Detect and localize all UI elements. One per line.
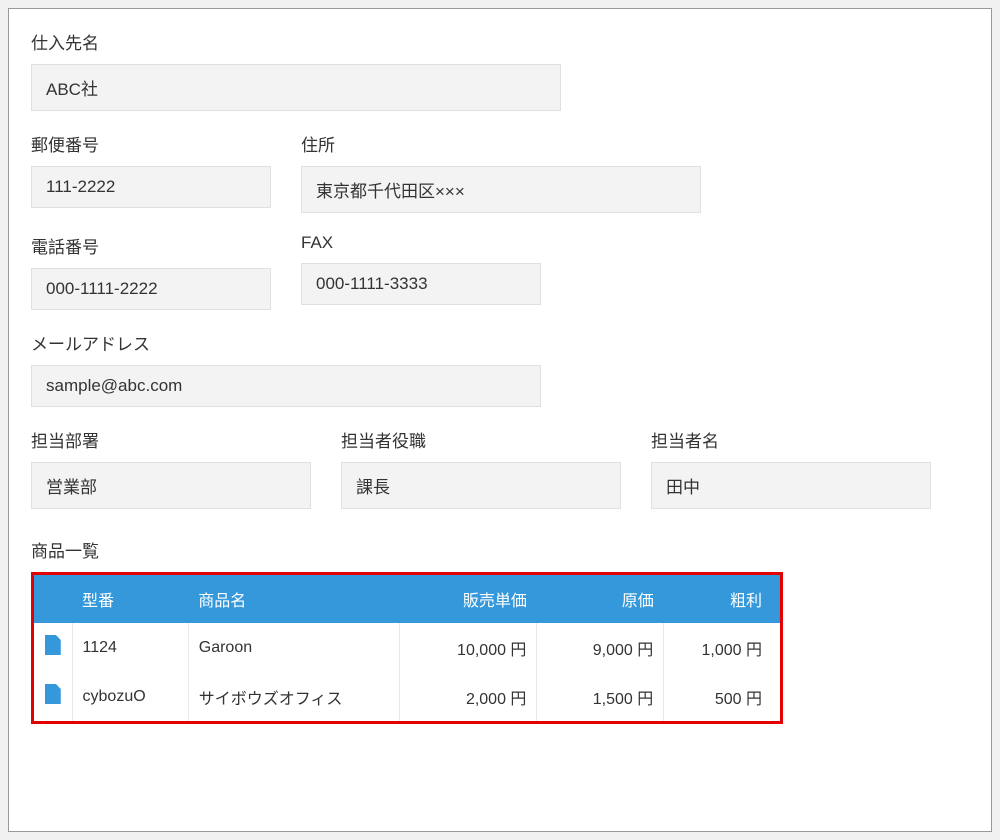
- cell-profit: 500 円: [664, 672, 780, 721]
- phone-label: 電話番号: [31, 233, 271, 258]
- phone-field: 電話番号 000-1111-2222: [31, 233, 271, 310]
- supplier-field: 仕入先名 ABC社: [31, 29, 561, 111]
- fax-field: FAX 000-1111-3333: [301, 233, 541, 310]
- supplier-label: 仕入先名: [31, 29, 561, 54]
- cell-model: cybozuO: [72, 672, 188, 721]
- document-icon: [45, 684, 61, 704]
- phone-value: 000-1111-2222: [31, 268, 271, 310]
- email-label: メールアドレス: [31, 330, 541, 355]
- postal-label: 郵便番号: [31, 131, 271, 156]
- email-value: sample@abc.com: [31, 365, 541, 407]
- address-value: 東京都千代田区×××: [301, 166, 701, 213]
- address-label: 住所: [301, 131, 701, 156]
- postal-field: 郵便番号 111-2222: [31, 131, 271, 213]
- th-price: 販売単価: [400, 575, 537, 623]
- cell-name: Garoon: [188, 623, 399, 672]
- th-cost: 原価: [537, 575, 664, 623]
- cell-price: 2,000 円: [400, 672, 537, 721]
- dept-label: 担当部署: [31, 427, 311, 452]
- cell-price: 10,000 円: [400, 623, 537, 672]
- th-model: 型番: [72, 575, 188, 623]
- products-section: 商品一覧 型番 商品名 販売単価 原価 粗利 1124: [31, 537, 969, 724]
- email-field: メールアドレス sample@abc.com: [31, 330, 541, 407]
- cell-cost: 9,000 円: [537, 623, 664, 672]
- title-label: 担当者役職: [341, 427, 621, 452]
- cell-profit: 1,000 円: [664, 623, 780, 672]
- title-field: 担当者役職 課長: [341, 427, 621, 509]
- products-table: 型番 商品名 販売単価 原価 粗利 1124 Garoon 10,000 円 9…: [34, 575, 780, 721]
- postal-value: 111-2222: [31, 166, 271, 208]
- table-row[interactable]: cybozuO サイボウズオフィス 2,000 円 1,500 円 500 円: [34, 672, 780, 721]
- cell-name: サイボウズオフィス: [188, 672, 399, 721]
- th-profit: 粗利: [664, 575, 780, 623]
- document-icon: [45, 635, 61, 655]
- cell-model: 1124: [72, 623, 188, 672]
- products-table-wrap: 型番 商品名 販売単価 原価 粗利 1124 Garoon 10,000 円 9…: [31, 572, 783, 724]
- name-value: 田中: [651, 462, 931, 509]
- products-label: 商品一覧: [31, 537, 969, 562]
- fax-value: 000-1111-3333: [301, 263, 541, 305]
- cell-cost: 1,500 円: [537, 672, 664, 721]
- title-value: 課長: [341, 462, 621, 509]
- name-label: 担当者名: [651, 427, 931, 452]
- address-field: 住所 東京都千代田区×××: [301, 131, 701, 213]
- supplier-value: ABC社: [31, 64, 561, 111]
- dept-value: 営業部: [31, 462, 311, 509]
- form-container: 仕入先名 ABC社 郵便番号 111-2222 住所 東京都千代田区××× 電話…: [8, 8, 992, 832]
- dept-field: 担当部署 営業部: [31, 427, 311, 509]
- table-row[interactable]: 1124 Garoon 10,000 円 9,000 円 1,000 円: [34, 623, 780, 672]
- fax-label: FAX: [301, 233, 541, 253]
- th-name: 商品名: [188, 575, 399, 623]
- name-field: 担当者名 田中: [651, 427, 931, 509]
- th-icon: [34, 575, 72, 623]
